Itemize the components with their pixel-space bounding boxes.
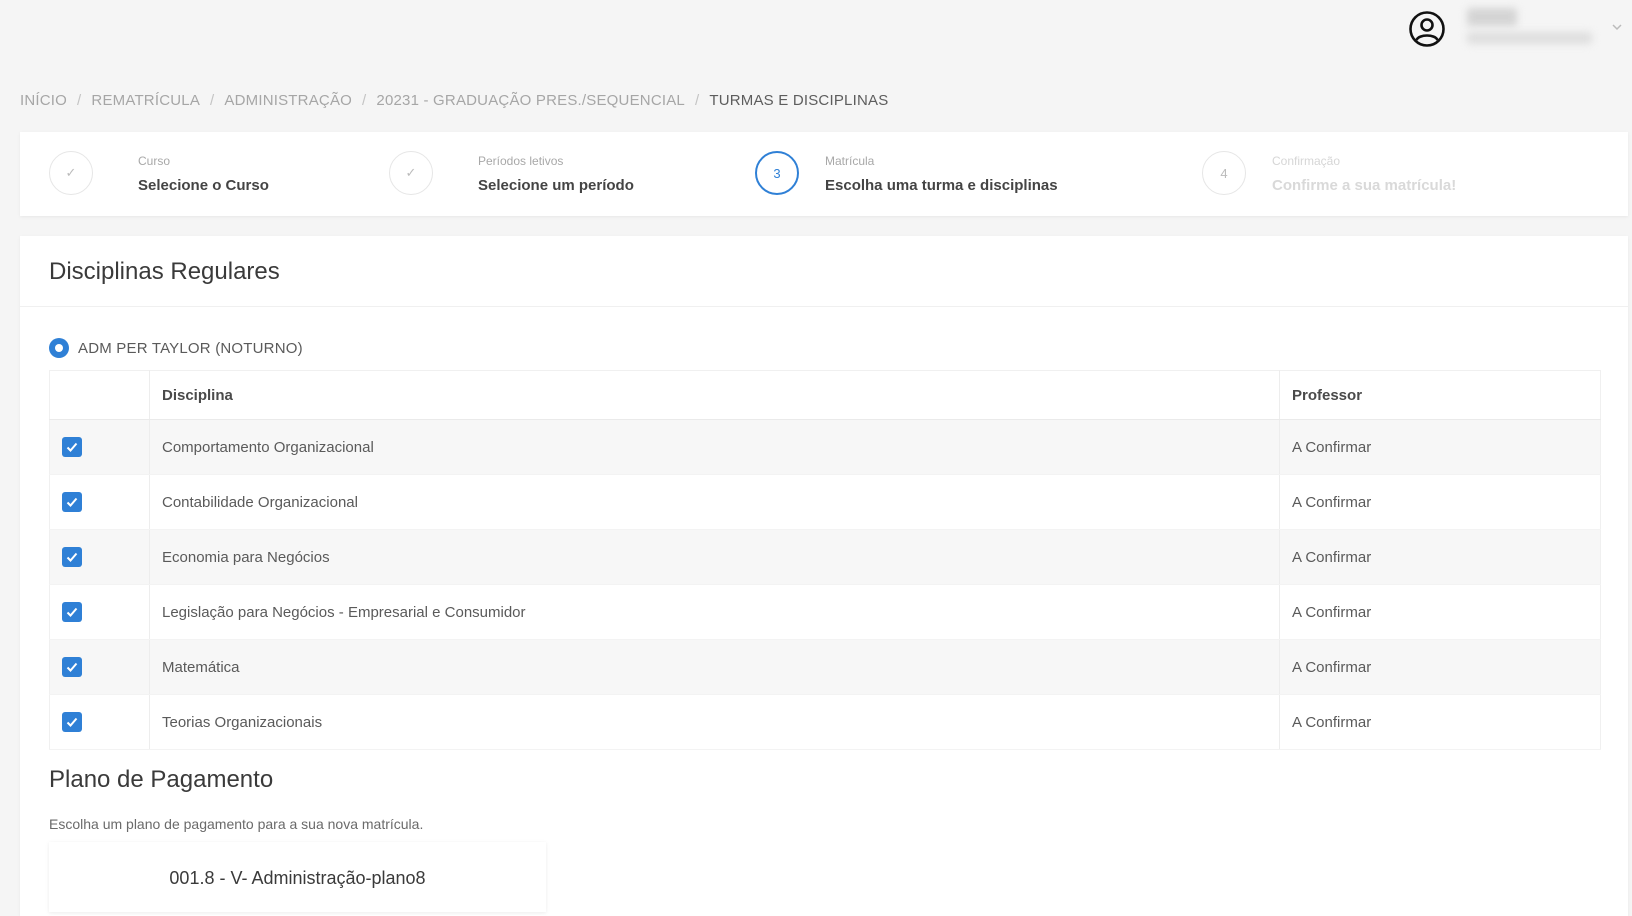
professor-name: A Confirmar: [1279, 529, 1601, 585]
checkbox[interactable]: [62, 437, 82, 457]
step-label: Matrícula: [825, 154, 875, 168]
professor-name: A Confirmar: [1279, 694, 1601, 750]
step-label: Confirmação: [1272, 154, 1341, 168]
breadcrumb-separator: /: [694, 91, 700, 109]
checkbox[interactable]: [62, 602, 82, 622]
breadcrumb-item-rematricula[interactable]: REMATRÍCULA: [91, 92, 200, 109]
table-row: Matemática A Confirmar: [49, 639, 1601, 695]
class-option-label: ADM PER TAYLOR (NOTURNO): [78, 339, 303, 357]
user-circle-icon[interactable]: [1408, 10, 1446, 48]
disciplines-table: Disciplina Professor Comportamento Organ…: [49, 370, 1601, 750]
step-label: Curso: [138, 154, 171, 168]
top-bar: [0, 0, 1632, 64]
payment-description: Escolha um plano de pagamento para a sua…: [49, 816, 424, 832]
breadcrumb-separator: /: [77, 91, 82, 109]
payment-plan-label: 001.8 - V- Administração-plano8: [169, 868, 426, 888]
user-name[interactable]: [1467, 8, 1517, 26]
header-professor: Professor: [1279, 370, 1601, 420]
payment-plan-option[interactable]: 001.8 - V- Administração-plano8: [49, 842, 546, 912]
divider: [20, 306, 1628, 307]
header-discipline: Disciplina: [149, 370, 1280, 420]
breadcrumb-item-administracao[interactable]: ADMINISTRAÇÃO: [224, 92, 352, 109]
discipline-name: Contabilidade Organizacional: [149, 474, 1280, 530]
header-check: [49, 370, 150, 420]
payment-title: Plano de Pagamento: [49, 766, 274, 793]
checkbox[interactable]: [62, 492, 82, 512]
discipline-name: Teorias Organizacionais: [149, 694, 1280, 750]
step-title: Escolha uma turma e disciplinas: [825, 177, 1058, 194]
step-title: Confirme a sua matrícula!: [1272, 177, 1457, 194]
table-row: Economia para Negócios A Confirmar: [49, 529, 1601, 585]
professor-name: A Confirmar: [1279, 474, 1601, 530]
section-title: Disciplinas Regulares: [49, 258, 280, 285]
breadcrumb-item-inicio[interactable]: INÍCIO: [20, 92, 67, 109]
table-row: Comportamento Organizacional A Confirmar: [49, 419, 1601, 475]
table-header-row: Disciplina Professor: [49, 370, 1601, 420]
professor-name: A Confirmar: [1279, 639, 1601, 695]
radio-selected-icon[interactable]: [49, 338, 69, 358]
checkbox[interactable]: [62, 657, 82, 677]
table-row: Legislação para Negócios - Empresarial e…: [49, 584, 1601, 640]
breadcrumb-item-periodo[interactable]: 20231 - GRADUAÇÃO PRES./SEQUENCIAL: [376, 92, 685, 109]
table-row: Teorias Organizacionais A Confirmar: [49, 694, 1601, 750]
discipline-name: Comportamento Organizacional: [149, 419, 1280, 475]
user-subtitle: [1467, 32, 1592, 44]
checkbox[interactable]: [62, 712, 82, 732]
step-title: Selecione o Curso: [138, 177, 269, 194]
professor-name: A Confirmar: [1279, 419, 1601, 475]
step-number: 3: [755, 151, 799, 195]
check-icon: ✓: [49, 151, 93, 195]
breadcrumb: INÍCIO / REMATRÍCULA / ADMINISTRAÇÃO / 2…: [20, 90, 888, 110]
discipline-name: Economia para Negócios: [149, 529, 1280, 585]
check-icon: ✓: [389, 151, 433, 195]
breadcrumb-separator: /: [210, 91, 215, 109]
step-label: Períodos letivos: [478, 154, 564, 168]
professor-name: A Confirmar: [1279, 584, 1601, 640]
step-number: 4: [1202, 151, 1246, 195]
breadcrumb-item-current: TURMAS E DISCIPLINAS: [709, 91, 889, 109]
table-row: Contabilidade Organizacional A Confirmar: [49, 474, 1601, 530]
step-title: Selecione um período: [478, 177, 634, 194]
stepper: ✓ Curso Selecione o Curso ✓ Períodos let…: [20, 132, 1628, 216]
checkbox[interactable]: [62, 547, 82, 567]
disciplines-card: Disciplinas Regulares ADM PER TAYLOR (NO…: [20, 236, 1628, 916]
class-option[interactable]: ADM PER TAYLOR (NOTURNO): [49, 338, 303, 358]
discipline-name: Matemática: [149, 639, 1280, 695]
chevron-down-icon[interactable]: [1610, 20, 1624, 34]
breadcrumb-separator: /: [362, 91, 367, 109]
discipline-name: Legislação para Negócios - Empresarial e…: [149, 584, 1280, 640]
